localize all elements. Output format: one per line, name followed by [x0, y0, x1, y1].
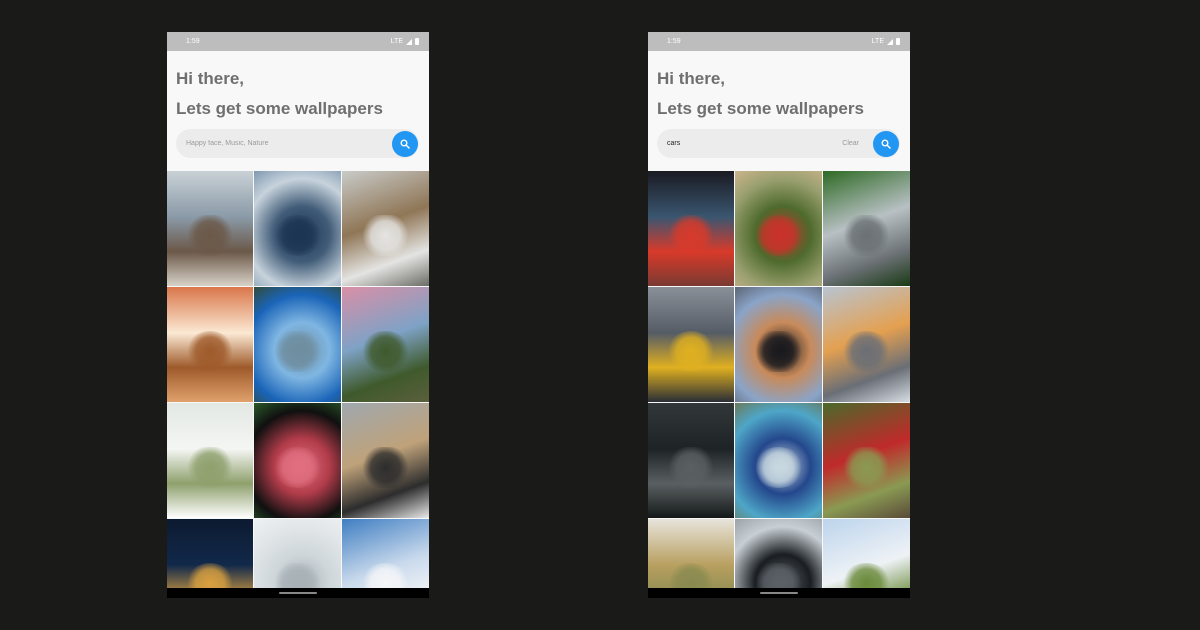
search-input[interactable]	[186, 140, 378, 147]
greeting-title: Hi there,	[657, 69, 726, 88]
wallpaper-thumbnail-car-tail-lights-in-traffic[interactable]	[648, 171, 734, 286]
battery-icon	[896, 38, 900, 45]
thumbnail-subject	[666, 214, 716, 257]
thumbnail-subject	[273, 446, 322, 489]
greeting-subtitle: Lets get some wallpapers	[176, 99, 383, 118]
wallpaper-thumbnail-silver-sports-car[interactable]	[823, 171, 910, 286]
thumbnail-subject	[185, 214, 235, 257]
thumbnail-subject	[666, 330, 716, 373]
wallpaper-thumbnail-hat-out-of-car-window[interactable]	[823, 519, 910, 598]
signal-icon	[406, 38, 412, 45]
wallpaper-thumbnail-city-street-traffic[interactable]	[648, 287, 734, 402]
home-gesture-handle[interactable]	[760, 592, 798, 594]
wallpaper-thumbnail-storm-clouds-over-sea[interactable]	[254, 171, 341, 286]
thumbnail-subject	[361, 446, 410, 489]
wallpaper-thumbnail-red-classic-convertible[interactable]	[735, 171, 822, 286]
search-input[interactable]	[667, 140, 843, 147]
thumbnail-subject	[361, 214, 410, 257]
greeting-subtitle: Lets get some wallpapers	[657, 99, 864, 118]
wallpaper-thumbnail-small-red-fiat[interactable]	[823, 403, 910, 518]
network-label: LTE	[871, 38, 884, 45]
wallpaper-thumbnail-red-tulip[interactable]	[254, 403, 341, 518]
thumbnail-subject	[842, 446, 891, 489]
greeting: Hi there, Lets get some wallpapers	[167, 51, 429, 124]
thumbnail-subject	[273, 330, 322, 373]
home-gesture-handle[interactable]	[279, 592, 317, 594]
network-label: LTE	[390, 38, 403, 45]
wallpaper-thumbnail-highway-from-above[interactable]	[648, 403, 734, 518]
search-button[interactable]	[392, 130, 418, 157]
clear-button[interactable]: Clear	[842, 140, 859, 147]
thumbnail-subject	[754, 446, 803, 489]
status-time: 1:59	[667, 38, 681, 45]
wallpaper-thumbnail-coast-and-blue-sky[interactable]	[254, 287, 341, 402]
wallpaper-thumbnail-misty-white-sky[interactable]	[254, 519, 341, 598]
wallpaper-thumbnail-autumn-tree-in-fog[interactable]	[167, 287, 253, 402]
wallpaper-thumbnail-black-muscle-car[interactable]	[735, 287, 822, 402]
thumbnail-subject	[185, 330, 235, 373]
wallpaper-thumbnail-snowy-mountains[interactable]	[342, 519, 429, 598]
wallpaper-thumbnail-small-bird-on-rock[interactable]	[342, 171, 429, 286]
navigation-bar	[648, 588, 910, 598]
wallpaper-grid	[648, 171, 910, 598]
wallpaper-grid	[167, 171, 429, 598]
search-icon	[400, 139, 410, 149]
wallpaper-thumbnail-orange-supercar-on-beach[interactable]	[823, 287, 910, 402]
battery-icon	[415, 38, 419, 45]
wallpaper-thumbnail-sneakers-on-dashboard[interactable]	[648, 519, 734, 598]
status-bar: 1:59 LTE	[167, 32, 429, 51]
thumbnail-subject	[185, 446, 235, 489]
status-indicators: LTE	[391, 38, 419, 45]
signal-icon	[887, 38, 893, 45]
thumbnail-subject	[361, 330, 410, 373]
thumbnail-subject	[273, 214, 322, 257]
search-bar	[176, 129, 419, 158]
status-bar: 1:59 LTE	[648, 32, 910, 51]
thumbnail-subject	[666, 446, 716, 489]
wallpaper-thumbnail-lone-tree-at-sunset[interactable]	[342, 287, 429, 402]
wallpaper-thumbnail-wooden-cabin-under-clouds[interactable]	[167, 171, 253, 286]
wallpaper-thumbnail-snowy-branch[interactable]	[167, 403, 253, 518]
phone-screen-search-results: 1:59 LTE Hi there, Lets get some wallpap…	[648, 32, 910, 598]
thumbnail-subject	[842, 214, 891, 257]
status-time: 1:59	[186, 38, 200, 45]
thumbnail-subject	[754, 330, 803, 373]
status-indicators: LTE	[872, 38, 900, 45]
wallpaper-thumbnail-black-audi[interactable]	[735, 519, 822, 598]
search-button[interactable]	[873, 130, 899, 157]
thumbnail-subject	[754, 214, 803, 257]
wallpaper-thumbnail-zebra-in-grassland[interactable]	[342, 403, 429, 518]
navigation-bar	[167, 588, 429, 598]
wallpaper-thumbnail-blue-ferrari[interactable]	[735, 403, 822, 518]
greeting: Hi there, Lets get some wallpapers	[648, 51, 910, 124]
greeting-title: Hi there,	[176, 69, 245, 88]
search-icon	[881, 139, 891, 149]
wallpaper-thumbnail-city-lights-at-night[interactable]	[167, 519, 253, 598]
phone-screen-home: 1:59 LTE Hi there, Lets get some wallpap…	[167, 32, 429, 598]
thumbnail-subject	[842, 330, 891, 373]
search-bar: Clear	[657, 129, 900, 158]
